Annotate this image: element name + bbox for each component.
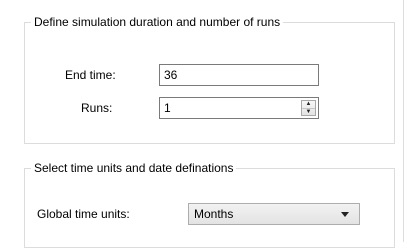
dropdown-arrow-icon — [341, 212, 349, 217]
time-units-title: Select time units and date definations — [31, 161, 237, 175]
runs-label: Runs: — [81, 101, 113, 115]
end-time-label: End time: — [65, 68, 116, 82]
global-time-units-value: Months — [194, 207, 234, 221]
simulation-duration-group: Define simulation duration and number of… — [24, 15, 395, 144]
time-units-group: Select time units and date definations G… — [24, 161, 395, 248]
global-time-units-label: Global time units: — [37, 207, 130, 221]
settings-panel: Define simulation duration and number of… — [0, 0, 404, 248]
runs-stepper[interactable]: 1 ▲ ▼ — [159, 97, 319, 119]
spin-down-icon[interactable]: ▼ — [302, 107, 315, 116]
simulation-duration-title: Define simulation duration and number of… — [31, 15, 284, 29]
runs-value: 1 — [164, 101, 171, 115]
runs-spin-buttons: ▲ ▼ — [301, 100, 316, 116]
global-time-units-select[interactable]: Months — [188, 203, 360, 225]
end-time-input[interactable] — [159, 64, 319, 86]
